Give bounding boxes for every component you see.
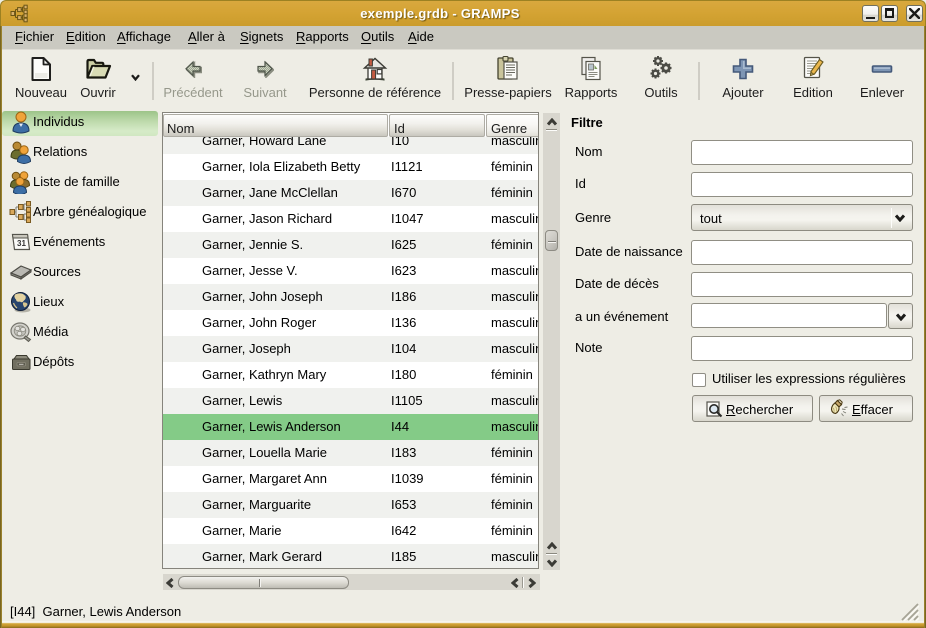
svg-text:31: 31 [17, 239, 26, 248]
